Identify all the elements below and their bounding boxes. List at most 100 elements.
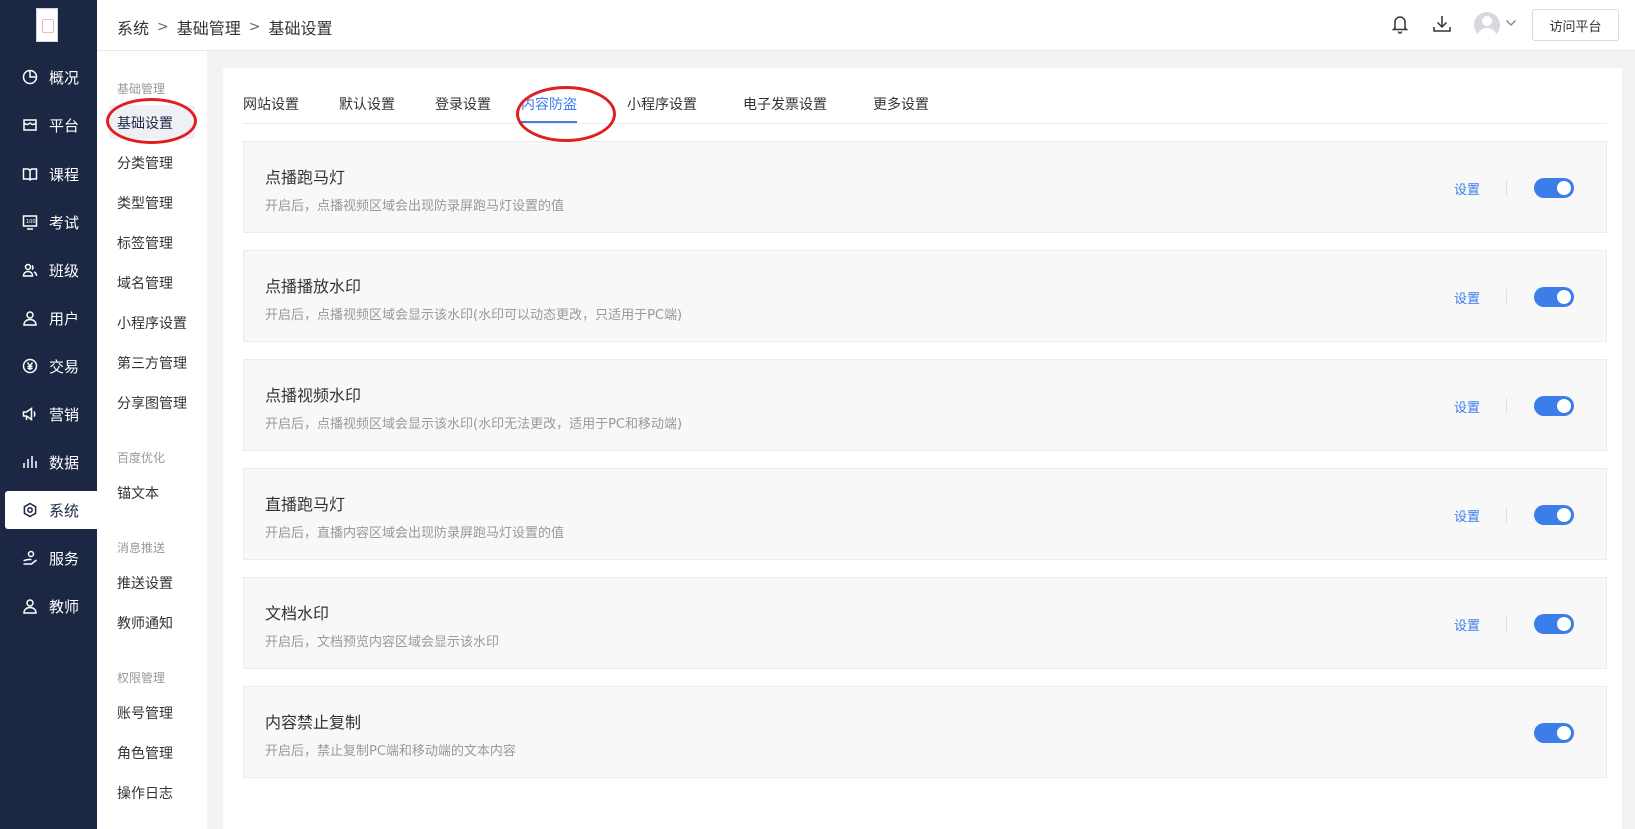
enable-toggle[interactable] <box>1534 505 1574 525</box>
divider <box>1506 507 1507 523</box>
nav-label: 教师 <box>49 597 80 616</box>
divider <box>1506 289 1507 305</box>
nav-item-teacher[interactable]: 教师 <box>5 587 97 625</box>
chevron-right-icon: > <box>157 19 169 35</box>
settings-link[interactable]: 设置 <box>1454 506 1480 525</box>
tab-login[interactable]: 登录设置 <box>435 94 491 124</box>
enable-toggle[interactable] <box>1534 178 1574 198</box>
nav-item-trade[interactable]: 交易 <box>5 347 97 385</box>
enable-toggle[interactable] <box>1534 614 1574 634</box>
chevron-down-icon[interactable] <box>1505 17 1517 30</box>
visit-platform-button[interactable]: 访问平台 <box>1532 9 1619 41</box>
service-icon <box>20 550 40 566</box>
submenu-item-category[interactable]: 分类管理 <box>117 153 173 173</box>
divider <box>1506 616 1507 632</box>
submenu-item-basic-settings[interactable]: 基础设置 <box>117 113 173 133</box>
submenu-item-miniprogram[interactable]: 小程序设置 <box>117 313 187 333</box>
tab-content-protection[interactable]: 内容防盗 <box>521 94 577 124</box>
tab-default[interactable]: 默认设置 <box>339 94 395 124</box>
divider <box>1506 180 1507 196</box>
settings-link[interactable]: 设置 <box>1454 288 1480 307</box>
svg-text:100: 100 <box>26 219 36 225</box>
card-description: 开启后，点播视频区域会出现防录屏跑马灯设置的值 <box>265 199 565 214</box>
avatar[interactable] <box>1474 12 1500 38</box>
submenu-group-title: 基础管理 <box>117 82 166 96</box>
card-title: 内容禁止复制 <box>265 713 362 732</box>
nav-item-data[interactable]: 数据 <box>5 443 97 481</box>
settings-link[interactable]: 设置 <box>1454 179 1480 198</box>
tab-e-invoice[interactable]: 电子发票设置 <box>743 94 827 124</box>
bell-icon[interactable] <box>1391 14 1409 38</box>
submenu-item-push-settings[interactable]: 推送设置 <box>117 573 173 593</box>
nav-label: 交易 <box>49 357 80 376</box>
card-title: 点播跑马灯 <box>265 168 346 187</box>
setting-card: 文档水印 开启后，文档预览内容区域会显示该水印 设置 <box>243 577 1607 669</box>
submenu-item-role[interactable]: 角色管理 <box>117 743 173 763</box>
nav-label: 班级 <box>49 261 80 280</box>
setting-card: 点播视频水印 开启后，点播视频区域会显示该水印(水印无法更改，适用于PC和移动端… <box>243 359 1607 451</box>
submenu-item-type[interactable]: 类型管理 <box>117 193 173 213</box>
nav-item-class[interactable]: 班级 <box>5 251 97 289</box>
card-title: 直播跑马灯 <box>265 495 346 514</box>
settings-tabs: 网站设置 默认设置 登录设置 内容防盗 小程序设置 电子发票设置 更多设置 <box>243 94 1607 124</box>
nav-label: 课程 <box>49 165 80 184</box>
enable-toggle[interactable] <box>1534 723 1574 743</box>
tab-more[interactable]: 更多设置 <box>873 94 929 124</box>
submenu-group-title: 消息推送 <box>117 541 166 555</box>
breadcrumb-item[interactable]: 系统 <box>117 15 149 39</box>
enable-toggle[interactable] <box>1534 396 1574 416</box>
submenu-item-domain[interactable]: 域名管理 <box>117 273 173 293</box>
settings-link[interactable]: 设置 <box>1454 397 1480 416</box>
nav-label: 考试 <box>49 213 80 232</box>
book-icon <box>20 166 40 182</box>
nav-label: 平台 <box>49 116 80 135</box>
divider <box>1506 398 1507 414</box>
bar-chart-icon <box>20 454 40 470</box>
sub-sidebar: 基础管理 基础设置 分类管理 类型管理 标签管理 域名管理 小程序设置 第三方管… <box>97 0 207 829</box>
gear-icon <box>20 502 40 518</box>
card-title: 点播视频水印 <box>265 386 362 405</box>
setting-card: 内容禁止复制 开启后，禁止复制PC端和移动端的文本内容 <box>243 686 1607 778</box>
nav-item-service[interactable]: 服务 <box>5 539 97 577</box>
nav-item-platform[interactable]: 平台 <box>5 106 97 144</box>
nav-item-exam[interactable]: 100 考试 <box>5 203 97 241</box>
download-icon[interactable] <box>1432 14 1452 38</box>
breadcrumb-item: 基础设置 <box>268 19 333 38</box>
setting-card: 点播播放水印 开启后，点播视频区域会显示该水印(水印可以动态更改，只适用于PC端… <box>243 250 1607 342</box>
settings-link[interactable]: 设置 <box>1454 615 1480 634</box>
card-description: 开启后，点播视频区域会显示该水印(水印可以动态更改，只适用于PC端) <box>265 308 683 323</box>
logo <box>36 8 58 42</box>
storefront-icon <box>20 117 40 133</box>
nav-label: 营销 <box>49 405 80 424</box>
submenu-item-account[interactable]: 账号管理 <box>117 703 173 723</box>
card-description: 开启后，文档预览内容区域会显示该水印 <box>265 635 500 650</box>
card-title: 文档水印 <box>265 604 330 623</box>
nav-label: 概况 <box>49 68 80 87</box>
tab-miniprogram[interactable]: 小程序设置 <box>627 94 697 124</box>
teacher-icon <box>20 598 40 614</box>
submenu-group-title: 权限管理 <box>117 671 166 685</box>
card-description: 开启后，禁止复制PC端和移动端的文本内容 <box>265 744 516 759</box>
megaphone-icon <box>20 406 40 422</box>
top-bar: 系统 > 基础管理 > 基础设置 访问平台 <box>97 0 1635 51</box>
card-description: 开启后，点播视频区域会显示该水印(水印无法更改，适用于PC和移动端) <box>265 417 683 432</box>
enable-toggle[interactable] <box>1534 287 1574 307</box>
nav-label: 服务 <box>49 549 80 568</box>
submenu-item-tag[interactable]: 标签管理 <box>117 233 173 253</box>
nav-item-user[interactable]: 用户 <box>5 299 97 337</box>
nav-item-course[interactable]: 课程 <box>5 155 97 193</box>
submenu-item-thirdparty[interactable]: 第三方管理 <box>117 353 187 373</box>
submenu-item-share-image[interactable]: 分享图管理 <box>117 393 187 413</box>
nav-item-marketing[interactable]: 营销 <box>5 395 97 433</box>
breadcrumb-item[interactable]: 基础管理 <box>177 15 241 39</box>
nav-label: 系统 <box>49 501 80 520</box>
main-sidebar: 概况 平台 课程 100 考试 班级 用户 交易 营销 数据 系统 服务 教师 <box>0 0 97 829</box>
tab-website[interactable]: 网站设置 <box>243 94 299 124</box>
nav-item-overview[interactable]: 概况 <box>5 58 97 96</box>
submenu-item-operation-log[interactable]: 操作日志 <box>117 783 173 803</box>
submenu-item-teacher-notice[interactable]: 教师通知 <box>117 613 173 633</box>
nav-item-system[interactable]: 系统 <box>5 491 97 529</box>
submenu-item-anchor-text[interactable]: 锚文本 <box>117 483 159 503</box>
chevron-right-icon: > <box>248 19 261 35</box>
tab-active-indicator <box>521 121 577 123</box>
